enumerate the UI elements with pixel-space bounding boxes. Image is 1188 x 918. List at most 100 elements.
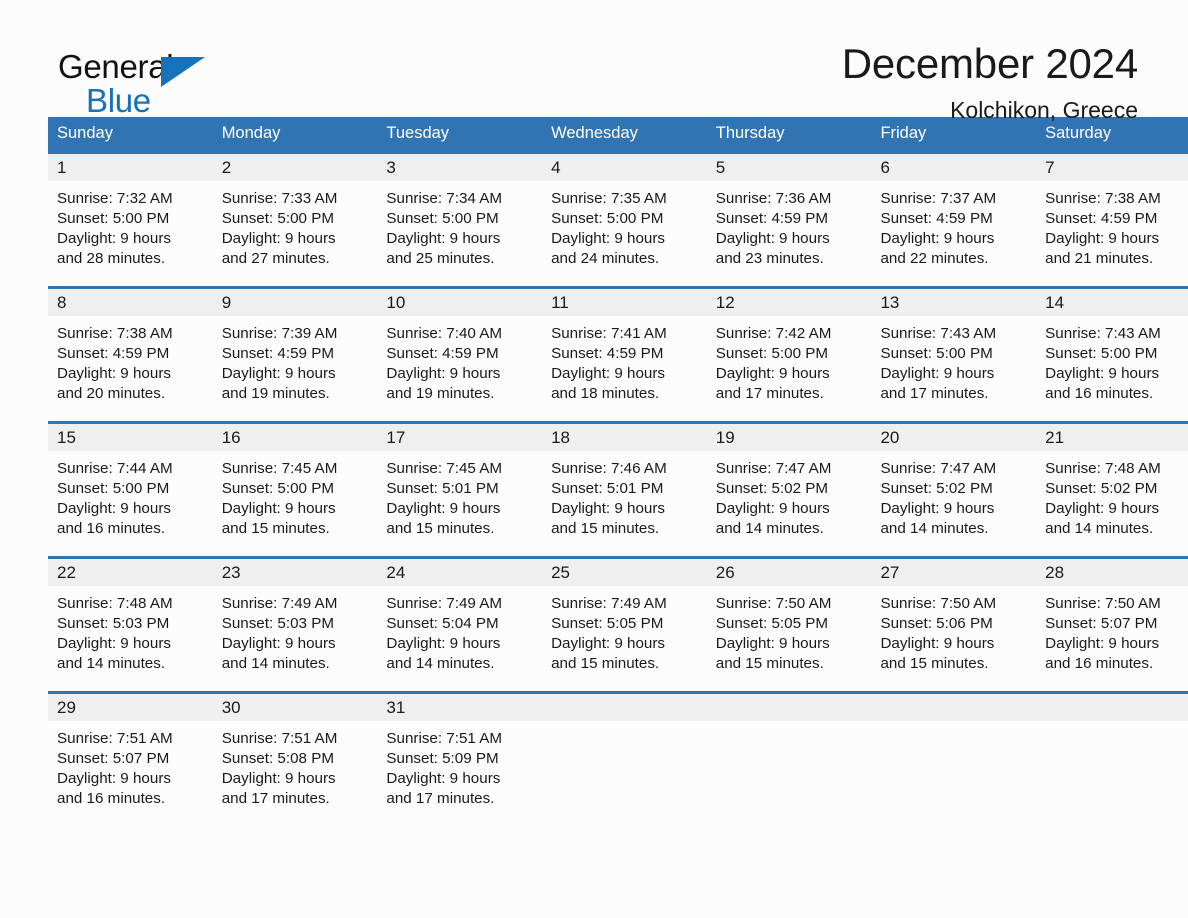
day-sun-info: Sunrise: 7:47 AM Sunset: 5:02 PM Dayligh… (880, 459, 997, 538)
title-block: December 2024 Kolchikon, Greece (218, 40, 1140, 124)
weekday-header-wednesday: Wednesday (542, 117, 707, 152)
calendar-day-cell[interactable]: 3 Sunrise: 7:34 AM Sunset: 5:00 PM Daylig… (377, 150, 543, 287)
calendar-day-cell[interactable]: 2 Sunrise: 7:33 AM Sunset: 5:00 PM Daylig… (212, 150, 378, 287)
day-sun-info: Sunrise: 7:47 AM Sunset: 5:02 PM Dayligh… (715, 459, 832, 538)
day-sun-info: Sunrise: 7:34 AM Sunset: 5:00 PM Dayligh… (386, 189, 503, 268)
calendar-day-cell[interactable]: 25 Sunrise: 7:49 AM Sunset: 5:05 PM Dayli… (542, 555, 707, 692)
calendar-day-cell[interactable]: 5 Sunrise: 7:36 AM Sunset: 4:59 PM Daylig… (706, 150, 872, 287)
day-number: 21 (1036, 423, 1188, 451)
day-sun-info: Sunrise: 7:40 AM Sunset: 4:59 PM Dayligh… (386, 324, 503, 403)
calendar-day-cell[interactable]: 1 Sunrise: 7:32 AM Sunset: 5:00 PM Daylig… (48, 150, 213, 287)
day-number: 28 (1036, 558, 1188, 586)
calendar-day-cell[interactable]: 28 Sunrise: 7:50 AM Sunset: 5:07 PM Dayli… (1036, 555, 1188, 692)
day-number: 12 (706, 288, 872, 316)
calendar-day-cell[interactable]: 6 Sunrise: 7:37 AM Sunset: 4:59 PM Daylig… (871, 150, 1037, 287)
calendar-day-cell[interactable]: 12 Sunrise: 7:42 AM Sunset: 5:00 PM Dayli… (706, 285, 872, 422)
day-sun-info: Sunrise: 7:51 AM Sunset: 5:07 PM Dayligh… (57, 729, 173, 808)
day-number: 29 (48, 693, 213, 721)
day-number: 9 (212, 288, 378, 316)
calendar-day-cell-empty (1036, 690, 1188, 827)
day-number: 18 (542, 423, 707, 451)
day-number: 23 (212, 558, 378, 586)
calendar-week-row: 29 Sunrise: 7:51 AM Sunset: 5:07 PM Dayli… (48, 690, 1188, 827)
day-number (1036, 693, 1188, 721)
day-number: 1 (48, 153, 213, 181)
day-sun-info: Sunrise: 7:49 AM Sunset: 5:04 PM Dayligh… (386, 594, 503, 673)
calendar-day-cell[interactable]: 10 Sunrise: 7:40 AM Sunset: 4:59 PM Dayli… (377, 285, 543, 422)
calendar-day-cell[interactable]: 20 Sunrise: 7:47 AM Sunset: 5:02 PM Dayli… (871, 420, 1037, 557)
calendar-day-cell[interactable]: 21 Sunrise: 7:48 AM Sunset: 5:02 PM Dayli… (1036, 420, 1188, 557)
calendar-day-cell[interactable]: 15 Sunrise: 7:44 AM Sunset: 5:00 PM Dayli… (48, 420, 213, 557)
calendar-day-cell[interactable]: 27 Sunrise: 7:50 AM Sunset: 5:06 PM Dayli… (871, 555, 1037, 692)
day-number: 22 (48, 558, 213, 586)
day-sun-info: Sunrise: 7:44 AM Sunset: 5:00 PM Dayligh… (57, 459, 173, 538)
day-number: 11 (542, 288, 707, 316)
weekday-header-sunday: Sunday (48, 117, 213, 152)
generalblue-logo[interactable]: General Blue (58, 42, 218, 120)
calendar-day-cell[interactable]: 4 Sunrise: 7:35 AM Sunset: 5:00 PM Daylig… (542, 150, 707, 287)
calendar-week-row: 22 Sunrise: 7:48 AM Sunset: 5:03 PM Dayli… (48, 555, 1188, 692)
day-sun-info: Sunrise: 7:38 AM Sunset: 4:59 PM Dayligh… (1045, 189, 1161, 268)
day-number: 16 (212, 423, 378, 451)
calendar-day-cell[interactable]: 30 Sunrise: 7:51 AM Sunset: 5:08 PM Dayli… (212, 690, 378, 827)
calendar-day-cell[interactable]: 11 Sunrise: 7:41 AM Sunset: 4:59 PM Dayli… (542, 285, 707, 422)
calendar-day-cell[interactable]: 18 Sunrise: 7:46 AM Sunset: 5:01 PM Dayli… (542, 420, 707, 557)
calendar-day-cell-empty (542, 690, 707, 827)
day-number: 15 (48, 423, 213, 451)
calendar-day-cell[interactable]: 16 Sunrise: 7:45 AM Sunset: 5:00 PM Dayli… (212, 420, 378, 557)
day-number: 5 (706, 153, 872, 181)
logo-text-general: General (58, 48, 174, 85)
day-sun-info: Sunrise: 7:50 AM Sunset: 5:07 PM Dayligh… (1045, 594, 1161, 673)
calendar-day-cell[interactable]: 19 Sunrise: 7:47 AM Sunset: 5:02 PM Dayli… (706, 420, 872, 557)
calendar-day-cell[interactable]: 31 Sunrise: 7:51 AM Sunset: 5:09 PM Dayli… (377, 690, 543, 827)
day-number: 27 (871, 558, 1037, 586)
calendar-day-cell[interactable]: 26 Sunrise: 7:50 AM Sunset: 5:05 PM Dayli… (706, 555, 872, 692)
day-sun-info: Sunrise: 7:51 AM Sunset: 5:08 PM Dayligh… (221, 729, 338, 808)
calendar-day-cell[interactable]: 17 Sunrise: 7:45 AM Sunset: 5:01 PM Dayli… (377, 420, 543, 557)
location-subtitle: Kolchikon, Greece (950, 97, 1138, 124)
page-title: December 2024 (841, 40, 1138, 87)
day-number: 3 (377, 153, 543, 181)
day-number: 25 (542, 558, 707, 586)
day-number (871, 693, 1037, 721)
calendar-day-cell[interactable]: 29 Sunrise: 7:51 AM Sunset: 5:07 PM Dayli… (48, 690, 213, 827)
day-sun-info: Sunrise: 7:51 AM Sunset: 5:09 PM Dayligh… (386, 729, 503, 808)
calendar-day-cell[interactable]: 22 Sunrise: 7:48 AM Sunset: 5:03 PM Dayli… (48, 555, 213, 692)
day-number: 10 (377, 288, 543, 316)
day-sun-info: Sunrise: 7:32 AM Sunset: 5:00 PM Dayligh… (57, 189, 173, 268)
day-sun-info: Sunrise: 7:39 AM Sunset: 4:59 PM Dayligh… (221, 324, 338, 403)
logo-triangle-icon (161, 57, 205, 87)
calendar-day-cell[interactable]: 13 Sunrise: 7:43 AM Sunset: 5:00 PM Dayli… (871, 285, 1037, 422)
day-sun-info: Sunrise: 7:45 AM Sunset: 5:01 PM Dayligh… (386, 459, 503, 538)
calendar-week-row: 1 Sunrise: 7:32 AM Sunset: 5:00 PM Daylig… (48, 150, 1188, 287)
day-number: 26 (706, 558, 872, 586)
day-number: 19 (706, 423, 872, 451)
page-header: General Blue December 2024 Kolchikon, Gr… (48, 0, 1140, 121)
calendar-day-cell[interactable]: 8 Sunrise: 7:38 AM Sunset: 4:59 PM Daylig… (48, 285, 213, 422)
day-number: 24 (377, 558, 543, 586)
day-number: 14 (1036, 288, 1188, 316)
day-number: 30 (212, 693, 378, 721)
day-number: 2 (212, 153, 378, 181)
calendar-day-cell[interactable]: 9 Sunrise: 7:39 AM Sunset: 4:59 PM Daylig… (212, 285, 378, 422)
calendar-day-cell[interactable]: 14 Sunrise: 7:43 AM Sunset: 5:00 PM Dayli… (1036, 285, 1188, 422)
day-number: 7 (1036, 153, 1188, 181)
calendar-day-cell[interactable]: 24 Sunrise: 7:49 AM Sunset: 5:04 PM Dayli… (377, 555, 543, 692)
weekday-header-tuesday: Tuesday (377, 117, 543, 152)
calendar-body: 1 Sunrise: 7:32 AM Sunset: 5:00 PM Daylig… (48, 150, 1188, 827)
calendar-day-cell[interactable]: 7 Sunrise: 7:38 AM Sunset: 4:59 PM Daylig… (1036, 150, 1188, 287)
day-number (706, 693, 872, 721)
day-sun-info: Sunrise: 7:37 AM Sunset: 4:59 PM Dayligh… (880, 189, 997, 268)
day-sun-info: Sunrise: 7:49 AM Sunset: 5:03 PM Dayligh… (221, 594, 338, 673)
day-number: 31 (377, 693, 543, 721)
day-number: 17 (377, 423, 543, 451)
day-sun-info: Sunrise: 7:48 AM Sunset: 5:03 PM Dayligh… (57, 594, 173, 673)
calendar-week-row: 8 Sunrise: 7:38 AM Sunset: 4:59 PM Daylig… (48, 285, 1188, 422)
calendar-week-row: 15 Sunrise: 7:44 AM Sunset: 5:00 PM Dayli… (48, 420, 1188, 557)
day-number: 6 (871, 153, 1037, 181)
calendar-day-cell[interactable]: 23 Sunrise: 7:49 AM Sunset: 5:03 PM Dayli… (212, 555, 378, 692)
day-sun-info: Sunrise: 7:43 AM Sunset: 5:00 PM Dayligh… (880, 324, 997, 403)
logo-text-blue: Blue (86, 82, 151, 119)
day-sun-info: Sunrise: 7:36 AM Sunset: 4:59 PM Dayligh… (715, 189, 832, 268)
day-number: 8 (48, 288, 213, 316)
